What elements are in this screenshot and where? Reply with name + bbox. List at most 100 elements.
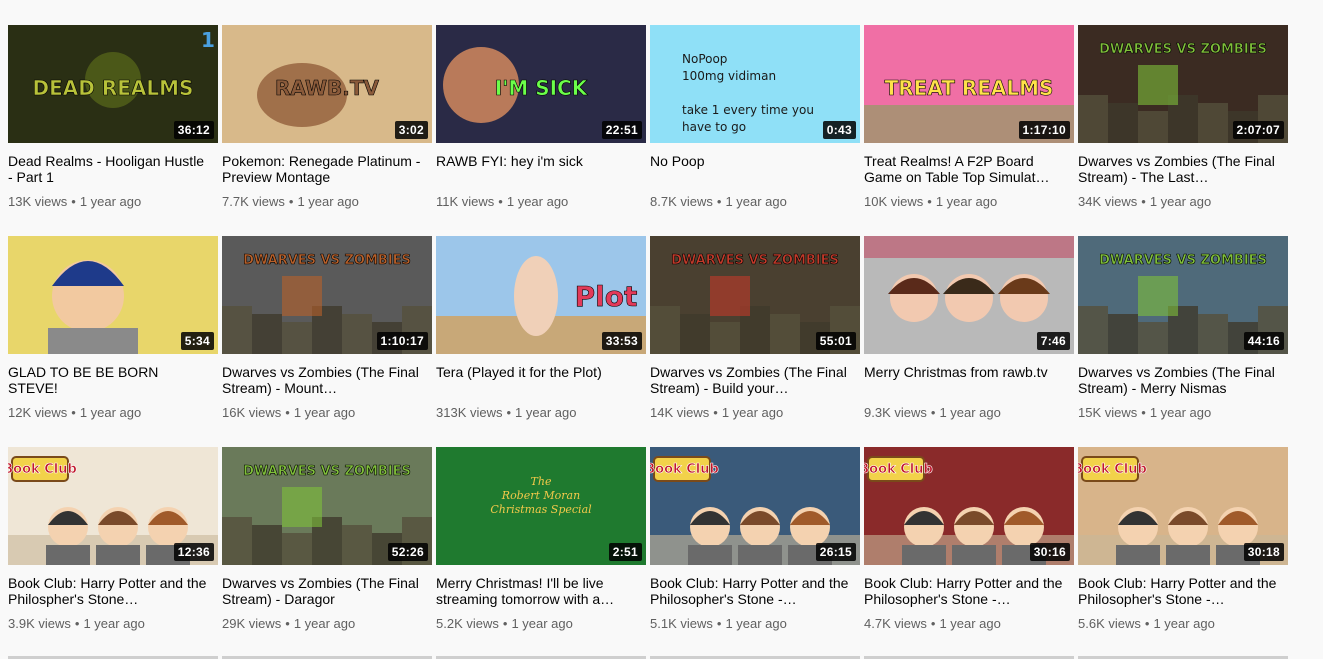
video-metadata: 13K views • 1 year ago xyxy=(8,194,218,210)
video-card[interactable]: I'M SICK 22:51 RAWB FYI: hey i'm sick 11K v… xyxy=(436,25,646,236)
video-duration: 1:17:10 xyxy=(1018,121,1070,139)
video-card[interactable]: NoPoop 100mg vidiman take 1 every time you… xyxy=(650,25,860,236)
video-title[interactable]: Book Club: Harry Potter and the Philosop… xyxy=(1078,575,1288,607)
thumbnail-text: NoPoop xyxy=(682,52,727,66)
video-card[interactable]: DEAD REALMS 1 36:12 Dead Realms - Hooligan … xyxy=(8,25,218,236)
view-count: 7.7K views xyxy=(222,194,285,209)
video-duration: 2:51 xyxy=(608,543,642,561)
video-card[interactable]: DWARVES VS ZOMBIES 1:10:17 Dwarves vs Zomb… xyxy=(222,236,432,447)
upload-age: 1 year ago xyxy=(935,194,998,209)
thumbnail-text: DWARVES VS ZOMBIES xyxy=(1099,42,1267,57)
thumbnail-text: DWARVES VS ZOMBIES xyxy=(243,464,411,479)
video-thumbnail[interactable]: 7:46 xyxy=(864,236,1074,354)
video-thumbnail[interactable]: I'M SICK 22:51 xyxy=(436,25,646,143)
video-duration: 3:02 xyxy=(394,121,428,139)
upload-age: 1 year ago xyxy=(1153,616,1215,631)
video-thumbnail[interactable]: DWARVES VS ZOMBIES 1:10:17 xyxy=(222,236,432,354)
upload-age: 1 year ago xyxy=(1149,405,1212,420)
video-metadata: 16K views • 1 year ago xyxy=(222,405,432,421)
thumbnail-badge: 1 xyxy=(201,28,215,52)
video-title[interactable]: Merry Christmas! I'll be live streaming … xyxy=(436,575,646,607)
video-metadata: 29K views • 1 year ago xyxy=(222,616,432,632)
video-metadata: 5.1K views • 1 year ago xyxy=(650,616,860,632)
video-title[interactable]: Dwarves vs Zombies (The Final Stream) - … xyxy=(650,364,860,396)
video-duration: 1:10:17 xyxy=(376,332,428,350)
video-title[interactable]: Dead Realms - Hooligan Hustle - Part 1 xyxy=(8,153,218,185)
video-metadata: 313K views • 1 year ago xyxy=(436,405,646,421)
upload-age: 1 year ago xyxy=(515,405,577,420)
video-card[interactable]: Plot 33:53 Tera (Played it for the Plot) 31… xyxy=(436,236,646,447)
separator-dot: • xyxy=(71,405,76,420)
separator-dot: • xyxy=(930,405,936,420)
video-thumbnail[interactable]: 5:34 xyxy=(8,236,218,354)
video-title[interactable]: Pokemon: Renegade Platinum - Preview Mon… xyxy=(222,153,432,185)
upload-age: 1 year ago xyxy=(297,194,359,209)
view-count: 313K views xyxy=(436,405,503,420)
video-title[interactable]: Book Club: Harry Potter and the Philosop… xyxy=(650,575,860,607)
video-card[interactable]: Book Club 12:36 Book Club: Harry Potter an… xyxy=(8,447,218,658)
video-thumbnail[interactable]: Book Club 12:36 xyxy=(8,447,218,565)
separator-dot: • xyxy=(930,616,936,631)
thumbnail-text: Christmas Special xyxy=(490,503,592,516)
video-card[interactable]: 7:46 Merry Christmas from rawb.tv 9.3K vie… xyxy=(864,236,1074,447)
video-card[interactable]: Book Club 30:18 Book Club: Harry Potter an… xyxy=(1078,447,1288,658)
video-duration: 0:43 xyxy=(822,121,856,139)
video-thumbnail[interactable]: DWARVES VS ZOMBIES 2:07:07 xyxy=(1078,25,1288,143)
video-thumbnail[interactable]: Book Club 26:15 xyxy=(650,447,860,565)
video-card[interactable]: Book Club 30:16 Book Club: Harry Potter an… xyxy=(864,447,1074,658)
video-thumbnail[interactable]: DEAD REALMS 1 36:12 xyxy=(8,25,218,143)
video-title[interactable]: Tera (Played it for the Plot) xyxy=(436,364,646,396)
upload-age: 1 year ago xyxy=(939,405,1001,420)
video-thumbnail[interactable]: RAWB.TV 3:02 xyxy=(222,25,432,143)
upload-age: 1 year ago xyxy=(939,616,1001,631)
video-title[interactable]: RAWB FYI: hey i'm sick xyxy=(436,153,646,185)
upload-age: 1 year ago xyxy=(725,616,787,631)
video-card[interactable]: DWARVES VS ZOMBIES 52:26 Dwarves vs Zombie… xyxy=(222,447,432,658)
separator-dot: • xyxy=(506,405,512,420)
video-metadata: 15K views • 1 year ago xyxy=(1078,405,1288,421)
video-title[interactable]: Book Club: Harry Potter and the Philosph… xyxy=(8,575,218,607)
video-duration: 26:15 xyxy=(815,543,856,561)
video-card[interactable]: TREAT REALMS 1:17:10 Treat Realms! A F2P B… xyxy=(864,25,1074,236)
video-metadata: 8.7K views • 1 year ago xyxy=(650,194,860,210)
video-thumbnail[interactable]: Book Club 30:16 xyxy=(864,447,1074,565)
video-thumbnail[interactable]: TREAT REALMS 1:17:10 xyxy=(864,25,1074,143)
video-thumbnail[interactable]: DWARVES VS ZOMBIES 52:26 xyxy=(222,447,432,565)
video-title[interactable]: Dwarves vs Zombies (The Final Stream) - … xyxy=(222,575,432,607)
video-thumbnail[interactable]: The Robert Moran Christmas Special 2:51 xyxy=(436,447,646,565)
video-duration: 5:34 xyxy=(180,332,214,350)
video-duration: 22:51 xyxy=(601,121,642,139)
video-metadata: 3.9K views • 1 year ago xyxy=(8,616,218,632)
view-count: 12K views xyxy=(8,405,68,420)
separator-dot: • xyxy=(716,616,722,631)
video-grid: DEAD REALMS 1 36:12 Dead Realms - Hooligan … xyxy=(8,25,1288,658)
view-count: 5.2K views xyxy=(436,616,499,631)
video-card[interactable]: 5:34 GLAD TO BE BE BORN STEVE! 12K views • 1… xyxy=(8,236,218,447)
video-title[interactable]: Dwarves vs Zombies (The Final Stream) - … xyxy=(1078,364,1288,396)
video-thumbnail[interactable]: DWARVES VS ZOMBIES 44:16 xyxy=(1078,236,1288,354)
separator-dot: • xyxy=(502,616,508,631)
video-card[interactable]: The Robert Moran Christmas Special 2:51 Merr… xyxy=(436,447,646,658)
video-thumbnail[interactable]: NoPoop 100mg vidiman take 1 every time you… xyxy=(650,25,860,143)
upload-age: 1 year ago xyxy=(83,616,145,631)
video-title[interactable]: Dwarves vs Zombies (The Final Stream) - … xyxy=(1078,153,1288,185)
separator-dot: • xyxy=(285,616,290,631)
video-title[interactable]: Book Club: Harry Potter and the Philosop… xyxy=(864,575,1074,607)
video-thumbnail[interactable]: DWARVES VS ZOMBIES 55:01 xyxy=(650,236,860,354)
video-thumbnail[interactable]: Book Club 30:18 xyxy=(1078,447,1288,565)
separator-dot: • xyxy=(1141,405,1146,420)
video-card[interactable]: RAWB.TV 3:02 Pokemon: Renegade Platinum - … xyxy=(222,25,432,236)
video-title[interactable]: No Poop xyxy=(650,153,860,185)
video-title[interactable]: Merry Christmas from rawb.tv xyxy=(864,364,1074,396)
video-thumbnail[interactable]: Plot 33:53 xyxy=(436,236,646,354)
video-title[interactable]: GLAD TO BE BE BORN STEVE! xyxy=(8,364,218,396)
video-title[interactable]: Treat Realms! A F2P Board Game on Table … xyxy=(864,153,1074,185)
video-metadata: 11K views • 1 year ago xyxy=(436,194,646,210)
video-title[interactable]: Dwarves vs Zombies (The Final Stream) - … xyxy=(222,364,432,396)
video-card[interactable]: DWARVES VS ZOMBIES 2:07:07 Dwarves vs Zomb… xyxy=(1078,25,1288,236)
view-count: 9.3K views xyxy=(864,405,927,420)
video-card[interactable]: DWARVES VS ZOMBIES 55:01 Dwarves vs Zombie… xyxy=(650,236,860,447)
separator-dot: • xyxy=(71,194,76,209)
video-card[interactable]: Book Club 26:15 Book Club: Harry Potter an… xyxy=(650,447,860,658)
video-card[interactable]: DWARVES VS ZOMBIES 44:16 Dwarves vs Zombie… xyxy=(1078,236,1288,447)
